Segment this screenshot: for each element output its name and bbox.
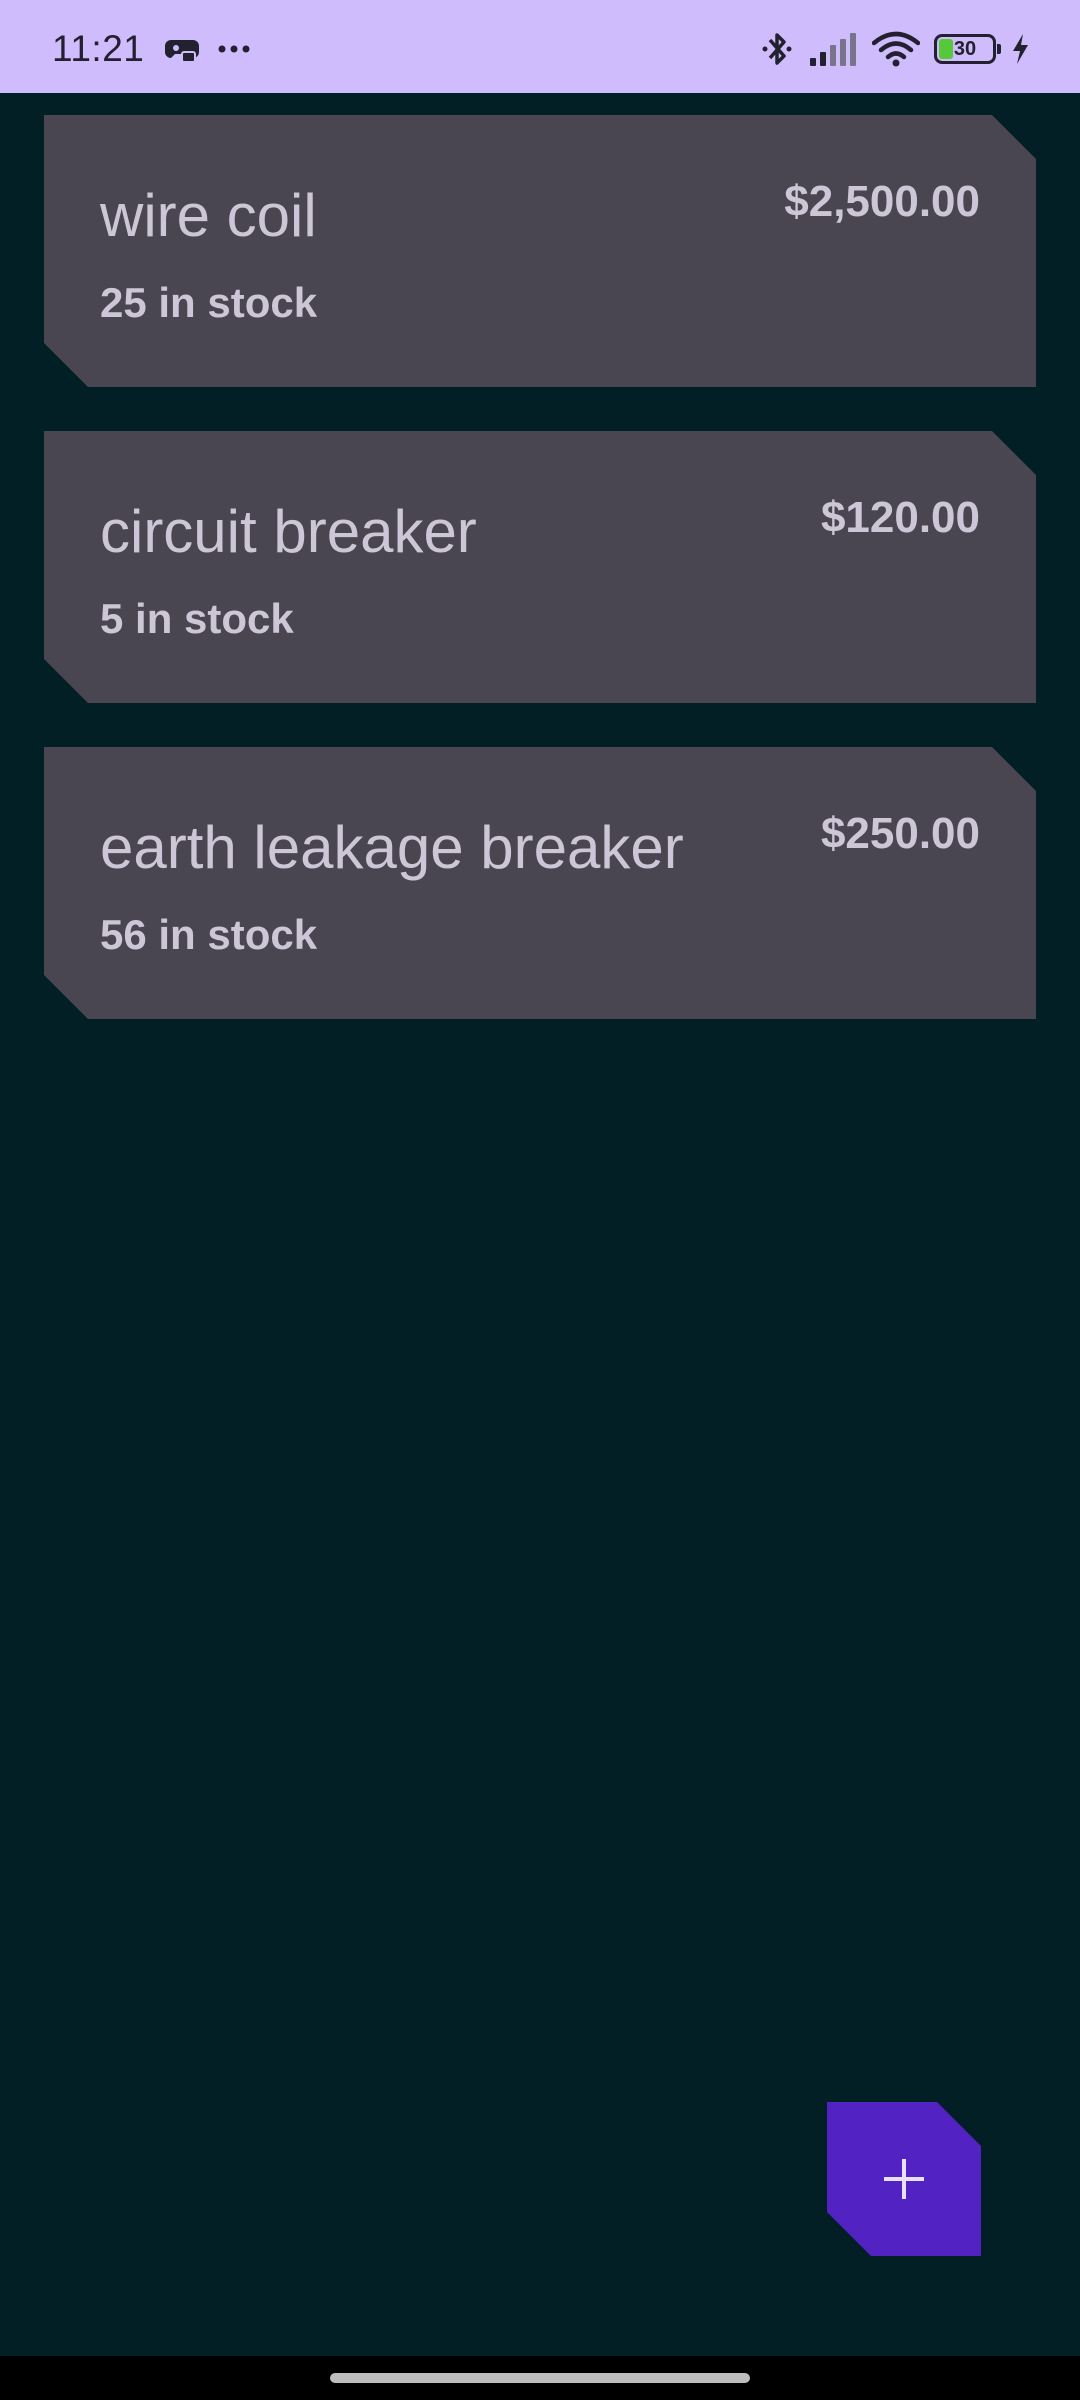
charging-bolt-icon (1010, 33, 1030, 65)
item-name: earth leakage breaker (100, 814, 684, 881)
status-right-icons: 30 (760, 30, 1030, 68)
item-price: $2,500.00 (784, 177, 980, 226)
item-price: $120.00 (820, 493, 980, 542)
inventory-list: wire coil $2,500.00 25 in stock circuit … (44, 115, 1036, 1063)
item-name: circuit breaker (100, 498, 477, 565)
item-price: $250.00 (820, 809, 980, 858)
home-indicator[interactable] (330, 2373, 750, 2383)
status-left-icons (165, 34, 251, 64)
battery-icon: 30 (934, 34, 1001, 64)
battery-level: 30 (953, 38, 977, 60)
item-name: wire coil (100, 182, 317, 249)
status-time: 11:21 (52, 28, 145, 69)
item-stock: 56 in stock (100, 911, 318, 958)
item-stock: 25 in stock (100, 279, 318, 326)
navigation-bar (0, 2356, 1080, 2400)
wifi-icon (872, 31, 920, 67)
status-bar: 11:21 30 (0, 0, 1080, 93)
more-dots-icon (217, 44, 251, 54)
game-controller-icon (165, 34, 199, 64)
plus-icon (882, 2157, 926, 2201)
item-stock: 5 in stock (100, 595, 294, 642)
add-item-button[interactable] (827, 2102, 981, 2256)
bluetooth-icon (760, 30, 794, 68)
inventory-card-earth-leakage-breaker[interactable]: earth leakage breaker $250.00 56 in stoc… (44, 747, 1036, 1019)
inventory-card-wire-coil[interactable]: wire coil $2,500.00 25 in stock (44, 115, 1036, 387)
inventory-card-circuit-breaker[interactable]: circuit breaker $120.00 5 in stock (44, 431, 1036, 703)
cellular-signal-icon (808, 32, 858, 66)
